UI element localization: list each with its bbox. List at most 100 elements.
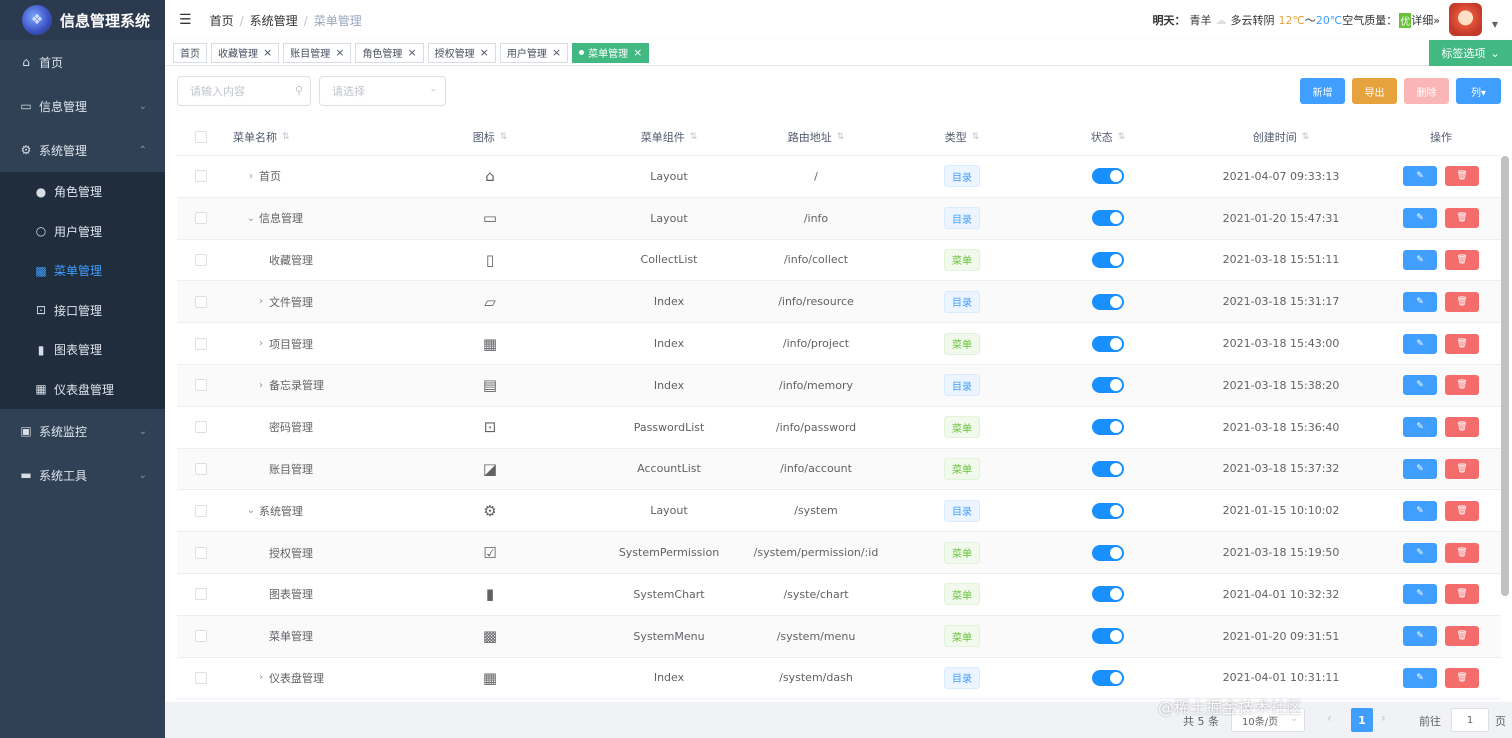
edit-button[interactable]: ✎ xyxy=(1403,458,1437,479)
tag-menus[interactable]: 菜单管理 × xyxy=(572,42,650,63)
delete-row-button[interactable]: 🗑 xyxy=(1445,458,1479,479)
tag-roles[interactable]: 角色管理 × xyxy=(355,42,424,63)
status-toggle[interactable] xyxy=(1092,544,1124,561)
delete-row-button[interactable]: 🗑 xyxy=(1445,375,1479,396)
status-toggle[interactable] xyxy=(1092,419,1124,436)
status-toggle[interactable] xyxy=(1092,460,1124,477)
col-name[interactable]: 菜单名称 ⇅ xyxy=(225,129,385,145)
delete-row-button[interactable]: 🗑 xyxy=(1445,291,1479,312)
col-icon[interactable]: 图标 ⇅ xyxy=(385,129,595,145)
hamburger-icon[interactable]: ☰ xyxy=(179,12,192,28)
edit-button[interactable]: ✎ xyxy=(1403,333,1437,354)
edit-button[interactable]: ✎ xyxy=(1403,291,1437,312)
app-logo[interactable]: ❖ 信息管理系统 xyxy=(0,0,165,40)
row-checkbox[interactable] xyxy=(195,170,207,183)
status-toggle[interactable] xyxy=(1092,586,1124,603)
sort-icon[interactable]: ⇅ xyxy=(282,132,290,142)
col-type[interactable]: 类型 ⇅ xyxy=(889,129,1035,145)
edit-button[interactable]: ✎ xyxy=(1403,375,1437,396)
sort-icon[interactable]: ⇅ xyxy=(972,132,980,142)
sidebar-item-info[interactable]: ▭ 信息管理 ⌄ xyxy=(0,84,165,128)
next-page-icon[interactable]: › xyxy=(1381,711,1386,725)
avatar[interactable] xyxy=(1449,3,1482,36)
export-button[interactable]: 导出 xyxy=(1352,78,1397,104)
delete-button[interactable]: 删除 xyxy=(1404,78,1449,104)
delete-row-button[interactable]: 🗑 xyxy=(1445,208,1479,229)
delete-row-button[interactable]: 🗑 xyxy=(1445,417,1479,438)
select-all-checkbox[interactable] xyxy=(195,130,207,143)
delete-row-button[interactable]: 🗑 xyxy=(1445,667,1479,688)
col-component[interactable]: 菜单组件 ⇅ xyxy=(595,129,743,145)
edit-button[interactable]: ✎ xyxy=(1403,584,1437,605)
tag-users[interactable]: 用户管理 × xyxy=(499,42,569,63)
row-checkbox[interactable] xyxy=(195,630,207,643)
table-scrollbar[interactable] xyxy=(1501,156,1509,596)
sort-icon[interactable]: ⇅ xyxy=(837,132,845,142)
col-status[interactable]: 状态 ⇅ xyxy=(1035,129,1181,145)
expand-chevron-icon[interactable]: › xyxy=(245,171,257,182)
sidebar-item-home[interactable]: ⌂ 首页 xyxy=(0,40,165,84)
close-icon[interactable]: × xyxy=(335,46,344,59)
row-checkbox[interactable] xyxy=(195,588,207,601)
caret-down-icon[interactable]: ▼ xyxy=(1492,20,1498,29)
edit-button[interactable]: ✎ xyxy=(1403,417,1437,438)
page-number-current[interactable]: 1 xyxy=(1351,708,1373,732)
status-toggle[interactable] xyxy=(1092,377,1124,394)
col-path[interactable]: 路由地址 ⇅ xyxy=(743,129,889,145)
sort-icon[interactable]: ⇅ xyxy=(1118,132,1126,142)
sidebar-item-api[interactable]: ⊡ 接口管理 xyxy=(0,291,165,331)
row-checkbox[interactable] xyxy=(195,671,207,684)
sort-icon[interactable]: ⇅ xyxy=(690,132,698,142)
search-input[interactable]: 请输入内容 ⚲ xyxy=(177,76,311,106)
row-checkbox[interactable] xyxy=(195,295,207,308)
sidebar-item-menus[interactable]: ▩ 菜单管理 xyxy=(0,251,165,291)
breadcrumb-home[interactable]: 首页 xyxy=(210,14,234,28)
edit-button[interactable]: ✎ xyxy=(1403,166,1437,187)
delete-row-button[interactable]: 🗑 xyxy=(1445,166,1479,187)
sidebar-item-users[interactable]: ○ 用户管理 xyxy=(0,212,165,252)
expand-chevron-icon[interactable]: › xyxy=(255,338,267,349)
breadcrumb-system[interactable]: 系统管理 xyxy=(250,14,298,28)
delete-row-button[interactable]: 🗑 xyxy=(1445,542,1479,563)
status-toggle[interactable] xyxy=(1092,335,1124,352)
status-toggle[interactable] xyxy=(1092,502,1124,519)
expand-chevron-icon[interactable]: › xyxy=(255,296,267,307)
tag-account[interactable]: 账目管理 × xyxy=(283,42,352,63)
add-button[interactable]: 新增 xyxy=(1300,78,1345,104)
tag-permission[interactable]: 授权管理 × xyxy=(427,42,496,63)
sidebar-item-roles[interactable]: ● 角色管理 xyxy=(0,172,165,212)
delete-row-button[interactable]: 🗑 xyxy=(1445,333,1479,354)
close-icon[interactable]: × xyxy=(633,46,642,59)
edit-button[interactable]: ✎ xyxy=(1403,667,1437,688)
expand-chevron-icon[interactable]: ⌄ xyxy=(245,505,257,516)
sidebar-item-charts[interactable]: ▮ 图表管理 xyxy=(0,330,165,370)
expand-chevron-icon[interactable]: › xyxy=(255,672,267,683)
sidebar-item-dashboard[interactable]: ▦ 仪表盘管理 xyxy=(0,370,165,410)
expand-chevron-icon[interactable]: › xyxy=(255,380,267,391)
sidebar-item-monitor[interactable]: ▣ 系统监控 ⌄ xyxy=(0,409,165,453)
sidebar-item-system[interactable]: ⚙ 系统管理 ⌃ xyxy=(0,128,165,172)
edit-button[interactable]: ✎ xyxy=(1403,542,1437,563)
close-icon[interactable]: × xyxy=(480,46,489,59)
row-checkbox[interactable] xyxy=(195,212,207,225)
status-toggle[interactable] xyxy=(1092,628,1124,645)
delete-row-button[interactable]: 🗑 xyxy=(1445,249,1479,270)
status-toggle[interactable] xyxy=(1092,669,1124,686)
weather-detail-link[interactable]: 详细» xyxy=(1411,12,1440,28)
row-checkbox[interactable] xyxy=(195,253,207,266)
sort-icon[interactable]: ⇅ xyxy=(1302,132,1310,142)
close-icon[interactable]: × xyxy=(552,46,561,59)
sidebar-item-tools[interactable]: ▬ 系统工具 ⌄ xyxy=(0,453,165,497)
edit-button[interactable]: ✎ xyxy=(1403,249,1437,270)
row-checkbox[interactable] xyxy=(195,546,207,559)
row-checkbox[interactable] xyxy=(195,504,207,517)
row-checkbox[interactable] xyxy=(195,337,207,350)
close-icon[interactable]: × xyxy=(263,46,272,59)
goto-page-input[interactable]: 1 xyxy=(1451,708,1489,732)
delete-row-button[interactable]: 🗑 xyxy=(1445,626,1479,647)
row-checkbox[interactable] xyxy=(195,379,207,392)
expand-chevron-icon[interactable]: ⌄ xyxy=(245,213,257,224)
type-select[interactable]: 请选择 ⌄ xyxy=(319,76,446,106)
status-toggle[interactable] xyxy=(1092,293,1124,310)
status-toggle[interactable] xyxy=(1092,168,1124,185)
